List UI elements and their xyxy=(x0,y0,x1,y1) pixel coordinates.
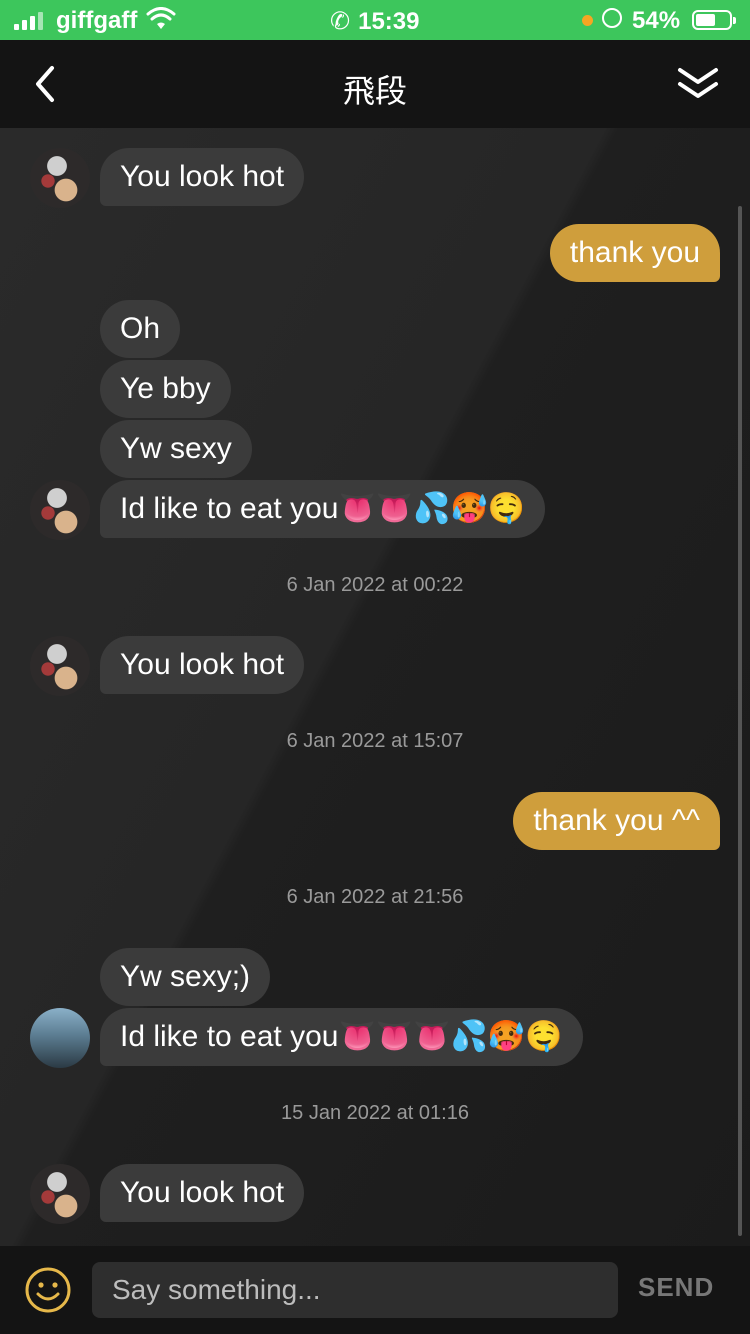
outgoing-message[interactable]: thank you xyxy=(549,224,720,282)
incoming-message[interactable]: Yw sexy;) xyxy=(100,948,271,1006)
phone-icon: ✆ xyxy=(330,8,351,35)
collapse-button[interactable] xyxy=(676,62,720,106)
rotation-lock-icon xyxy=(602,8,622,28)
incoming-message[interactable]: Id like to eat you👅👅👅💦🥵🤤 xyxy=(100,1008,583,1066)
send-button[interactable]: SEND xyxy=(638,1272,714,1303)
conversation-title: 飛段 xyxy=(342,73,407,109)
contact-avatar[interactable] xyxy=(30,480,90,540)
incoming-message[interactable]: Ye bby xyxy=(100,360,231,418)
contact-avatar[interactable] xyxy=(30,1164,90,1224)
chat-header: 飛段 xyxy=(0,40,750,128)
contact-avatar[interactable] xyxy=(30,148,90,208)
battery-icon xyxy=(692,10,736,30)
incoming-message[interactable]: You look hot xyxy=(100,148,305,206)
time-text: 15:39 xyxy=(358,8,420,35)
message-timestamp: 15 Jan 2022 at 01:16 xyxy=(281,1102,469,1124)
contact-avatar[interactable] xyxy=(30,636,90,696)
status-time: ✆ 15:39 xyxy=(330,7,420,36)
incoming-message[interactable]: Id like to eat you👅👅💦🥵🤤 xyxy=(100,480,546,538)
message-timestamp: 6 Jan 2022 at 21:56 xyxy=(286,886,464,908)
smiley-icon xyxy=(25,1267,71,1313)
message-composer: Say something... SEND xyxy=(0,1246,750,1334)
message-input[interactable]: Say something... xyxy=(92,1262,618,1318)
wifi-icon xyxy=(146,7,176,38)
double-chevron-down-icon xyxy=(678,68,718,98)
outgoing-message[interactable]: thank you ^^ xyxy=(513,792,720,850)
message-timestamp: 6 Jan 2022 at 00:22 xyxy=(286,574,464,596)
status-bar: giffgaff ✆ 15:39 54% xyxy=(0,0,750,40)
cellular-signal-icon xyxy=(14,12,43,30)
mic-indicator-dot xyxy=(582,15,593,26)
chat-scrollbar[interactable] xyxy=(738,206,742,1236)
emoji-button[interactable] xyxy=(24,1266,72,1314)
incoming-message[interactable]: Oh xyxy=(100,300,181,358)
incoming-message[interactable]: Yw sexy xyxy=(100,420,252,478)
incoming-message[interactable]: You look hot xyxy=(100,1164,305,1222)
incoming-message[interactable]: You look hot xyxy=(100,636,305,694)
message-timestamp: 6 Jan 2022 at 15:07 xyxy=(286,730,464,752)
contact-avatar[interactable] xyxy=(30,1008,90,1068)
battery-percentage: 54% xyxy=(632,7,681,34)
carrier-name: giffgaff xyxy=(56,7,138,34)
message-list[interactable]: You look hot thank you Oh Ye bby Yw sexy… xyxy=(0,128,750,1246)
